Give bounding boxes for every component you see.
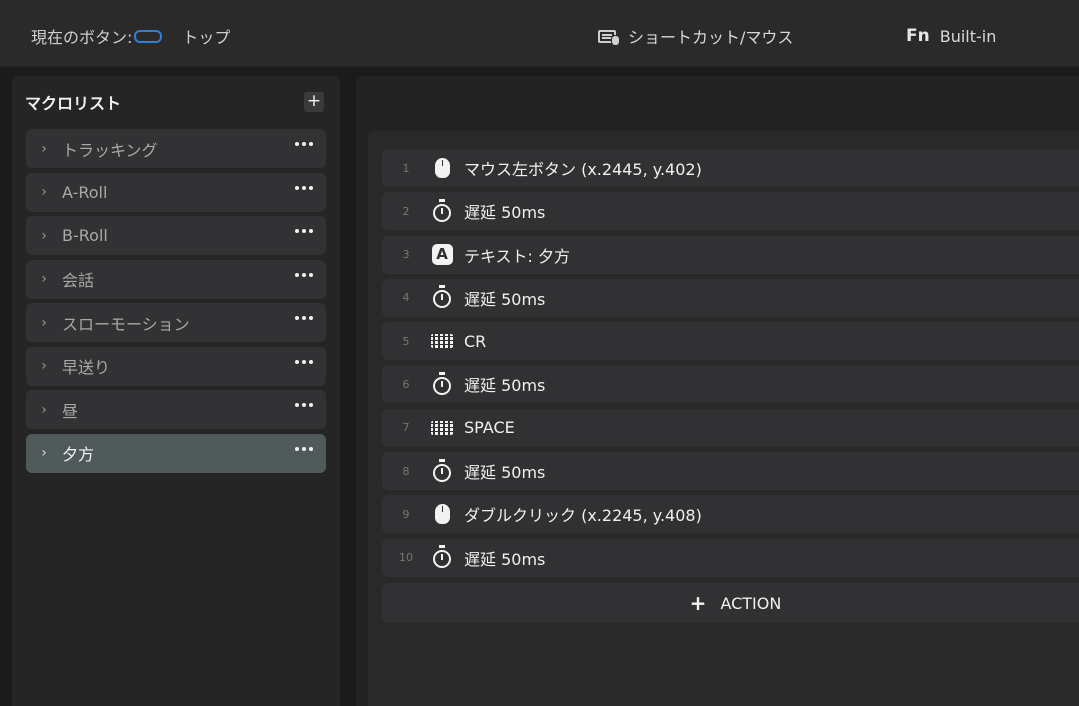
action-label: 遅延 50ms [464, 376, 546, 396]
builtin-label: Built-in [939, 26, 997, 46]
text-icon: A [430, 243, 454, 267]
action-label: CR [464, 331, 487, 351]
more-options-icon[interactable] [295, 316, 313, 320]
macro-list: › トラッキング › A-Roll › B-Roll › 会話 › スローモーシ… [26, 129, 326, 477]
macro-item-label: トラッキング [62, 140, 158, 160]
action-row[interactable]: 3 A テキスト: 夕方 [382, 235, 1079, 274]
action-number: 6 [402, 377, 410, 391]
add-macro-button[interactable]: + [304, 92, 324, 112]
macro-editor-window: 現在のボタン: トップ ショートカット/マウス Fn Built-in マクロリ… [0, 0, 1079, 706]
macro-item-evening[interactable]: › 夕方 [26, 433, 326, 473]
action-row[interactable]: 9 ダブルクリック (x.2245, y.408) [382, 495, 1079, 534]
action-number: 2 [402, 204, 410, 218]
action-row[interactable]: 8 遅延 50ms [382, 452, 1079, 491]
fn-icon: Fn [906, 26, 930, 46]
action-number: 10 [399, 551, 413, 565]
macro-item-label: B-Roll [62, 226, 108, 245]
action-label: SPACE [464, 418, 515, 438]
action-row[interactable]: 4 遅延 50ms [382, 278, 1079, 317]
timer-icon [430, 198, 454, 223]
chevron-right-icon[interactable]: › [26, 184, 62, 200]
more-options-icon[interactable] [295, 272, 313, 277]
action-row[interactable]: 2 遅延 50ms [382, 192, 1079, 231]
macro-item-daytime[interactable]: › 昼 [26, 390, 326, 429]
macro-item-a-roll[interactable]: › A-Roll [26, 172, 326, 212]
macro-item-fast-forward[interactable]: › 早送り [26, 346, 326, 386]
more-options-icon[interactable] [295, 229, 313, 233]
macro-item-conversation[interactable]: › 会話 [26, 259, 326, 299]
top-bar: 現在のボタン: トップ ショートカット/マウス Fn Built-in [0, 0, 1079, 67]
macro-list-title: マクロリスト [25, 94, 122, 113]
chevron-right-icon[interactable]: › [26, 402, 62, 418]
action-number: 3 [402, 248, 410, 262]
macro-detail-panel: 1 マウス左ボタン (x.2445, y.402) 2 遅延 50ms 3 A … [356, 76, 1079, 706]
macro-item-label: 会話 [62, 271, 95, 290]
more-options-icon[interactable] [295, 359, 313, 364]
macro-item-label: A-Roll [62, 182, 108, 202]
add-action-button[interactable]: + ACTION [382, 583, 1079, 623]
mouse-icon [430, 156, 454, 180]
chevron-right-icon[interactable]: › [26, 358, 62, 374]
more-options-icon[interactable] [295, 142, 313, 146]
shortcut-mouse-label: ショートカット/マウス [628, 28, 794, 47]
timer-icon [430, 545, 454, 570]
action-row[interactable]: 5 CR [382, 322, 1079, 361]
action-number: 4 [402, 291, 410, 305]
chevron-right-icon[interactable]: › [26, 228, 62, 244]
macro-item-label: 夕方 [62, 445, 95, 464]
timer-icon [430, 458, 454, 483]
more-options-icon[interactable] [295, 446, 313, 451]
chevron-right-icon[interactable]: › [26, 141, 62, 157]
current-button-label: 現在のボタン: [31, 28, 133, 47]
current-page-label: トップ [182, 28, 231, 47]
action-label: ダブルクリック (x.2245, y.408) [464, 506, 702, 526]
action-number: 5 [402, 334, 410, 348]
chevron-right-icon[interactable]: › [26, 271, 62, 287]
macro-item-label: スローモーション [62, 314, 190, 334]
macro-item-b-roll[interactable]: › B-Roll [26, 216, 326, 255]
more-options-icon[interactable] [295, 403, 313, 407]
action-label: 遅延 50ms [464, 549, 546, 569]
action-row[interactable]: 6 遅延 50ms [382, 365, 1079, 404]
timer-icon [430, 371, 454, 396]
keyboard-mouse-icon [598, 29, 620, 46]
action-number: 8 [402, 464, 410, 478]
action-row[interactable]: 1 マウス左ボタン (x.2445, y.402) [382, 149, 1079, 187]
action-label: マウス左ボタン (x.2445, y.402) [464, 160, 702, 179]
action-number: 7 [402, 421, 410, 435]
macro-list-panel: マクロリスト + › トラッキング › A-Roll › B-Roll › 会話 [12, 76, 340, 706]
builtin-tab[interactable]: Fn Built-in [906, 24, 996, 48]
add-action-label: ACTION [720, 593, 782, 613]
plus-icon: + [689, 591, 707, 615]
mouse-icon [430, 502, 454, 526]
keyboard-icon [430, 416, 454, 440]
macro-item-label: 早送り [62, 358, 111, 377]
current-button-indicator: 現在のボタン: トップ [31, 24, 230, 48]
action-row[interactable]: 10 遅延 50ms [382, 538, 1079, 577]
macro-item-slow-motion[interactable]: › スローモーション [26, 303, 326, 342]
more-options-icon[interactable] [295, 185, 313, 190]
button-shape-icon [134, 29, 163, 43]
chevron-right-icon[interactable]: › [26, 445, 62, 461]
action-label: 遅延 50ms [464, 463, 546, 483]
action-label: テキスト: 夕方 [464, 246, 570, 266]
action-row[interactable]: 7 SPACE [382, 408, 1079, 447]
timer-icon [430, 285, 454, 310]
action-list-panel: 1 マウス左ボタン (x.2445, y.402) 2 遅延 50ms 3 A … [368, 131, 1079, 706]
macro-item-tracking[interactable]: › トラッキング [26, 129, 326, 168]
macro-item-label: 昼 [62, 401, 79, 421]
chevron-right-icon[interactable]: › [26, 315, 62, 331]
action-label: 遅延 50ms [464, 203, 546, 223]
action-number: 9 [402, 507, 410, 521]
keyboard-icon [430, 329, 454, 353]
action-list: 1 マウス左ボタン (x.2445, y.402) 2 遅延 50ms 3 A … [382, 149, 1079, 582]
shortcut-mouse-tab[interactable]: ショートカット/マウス [598, 24, 793, 48]
action-label: 遅延 50ms [464, 289, 546, 309]
action-number: 1 [402, 161, 410, 175]
